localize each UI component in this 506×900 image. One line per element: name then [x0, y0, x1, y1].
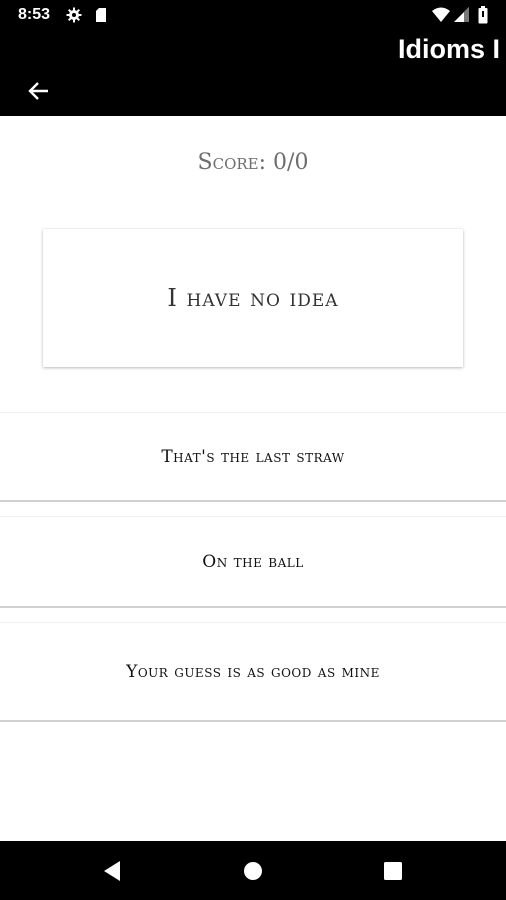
- arrow-left-icon: [28, 82, 48, 100]
- back-button[interactable]: [20, 76, 60, 108]
- nav-recents-icon[interactable]: [381, 859, 405, 883]
- nav-back-icon[interactable]: [100, 859, 124, 883]
- answer-label: On the ball: [202, 551, 304, 572]
- answer-label: That's the last straw: [161, 446, 345, 467]
- sd-card-icon: [96, 8, 106, 22]
- idiom-card: I have no idea: [43, 229, 463, 367]
- score-label: Score: 0/0: [197, 150, 309, 175]
- wifi-icon: [432, 7, 450, 22]
- nav-home-icon[interactable]: [241, 859, 265, 883]
- app-bar: Idioms I: [0, 32, 506, 116]
- page-title: Idioms I: [397, 34, 500, 64]
- answer-label: Your guess is as good as mine: [126, 661, 380, 682]
- system-nav-bar: [0, 841, 506, 900]
- status-time: 8:53: [18, 6, 51, 23]
- answer-option-3[interactable]: Your guess is as good as mine: [0, 622, 506, 722]
- cell-signal-icon: [454, 7, 469, 22]
- answer-option-2[interactable]: On the ball: [0, 516, 506, 608]
- gear-icon: [66, 7, 82, 23]
- battery-icon: [478, 6, 488, 24]
- answer-option-1[interactable]: That's the last straw: [0, 412, 506, 502]
- status-bar: 8:53: [0, 0, 506, 32]
- idiom-text: I have no idea: [167, 284, 339, 312]
